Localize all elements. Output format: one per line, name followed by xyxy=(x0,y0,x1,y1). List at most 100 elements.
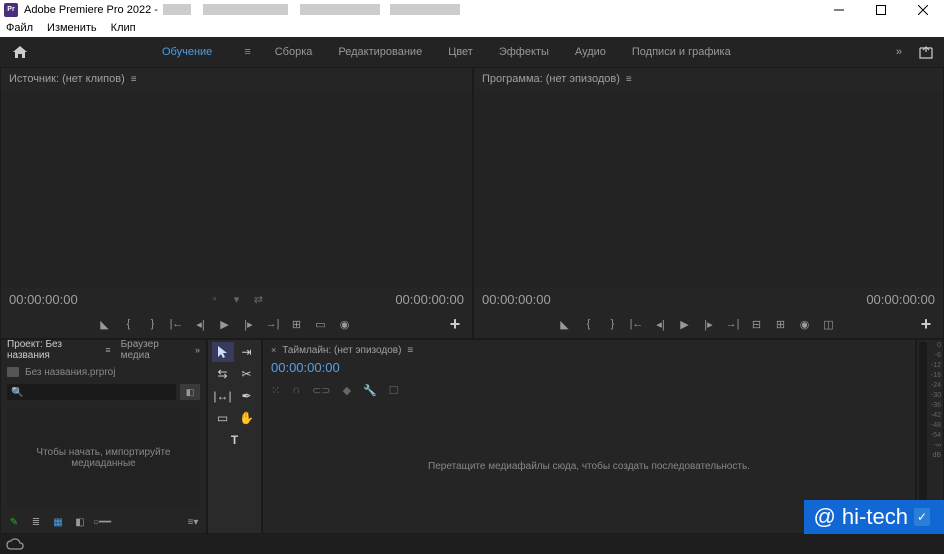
timeline-title: Таймлайн: (нет эпизодов) xyxy=(282,345,401,356)
program-viewer[interactable] xyxy=(474,90,943,288)
sort-icon[interactable]: ≡▾ xyxy=(186,515,200,529)
mark-in-icon[interactable]: ◣ xyxy=(96,315,114,333)
add-button-icon[interactable]: + xyxy=(917,315,935,333)
hand-tool-icon[interactable]: ✋ xyxy=(236,408,258,428)
brace-open-icon[interactable]: { xyxy=(120,315,138,333)
search-filter-icon[interactable]: ◧ xyxy=(180,384,200,400)
workspace-learning[interactable]: Обучение xyxy=(160,43,214,61)
type-tool-icon[interactable]: T xyxy=(224,430,246,450)
play-icon[interactable]: ▶ xyxy=(676,315,694,333)
menu-file[interactable]: Файл xyxy=(6,22,33,34)
wrench-icon[interactable]: 🔧 xyxy=(363,384,377,397)
link-icon[interactable]: ⊂⊃ xyxy=(312,384,330,397)
half-icon[interactable]: ▾ xyxy=(230,292,244,306)
source-timecode-in[interactable]: 00:00:00:00 xyxy=(9,292,78,307)
export-icon[interactable] xyxy=(918,45,934,59)
cc-icon[interactable]: ☐ xyxy=(389,384,399,397)
source-viewer[interactable] xyxy=(1,90,472,288)
maximize-button[interactable] xyxy=(860,0,902,19)
project-panel: Проект: Без названия ≡ Браузер медиа » Б… xyxy=(0,339,207,534)
menu-clip[interactable]: Клип xyxy=(111,22,136,34)
tab-project[interactable]: Проект: Без названия xyxy=(7,339,99,361)
minimize-button[interactable] xyxy=(818,0,860,19)
list-view-icon[interactable]: ≣ xyxy=(29,515,43,529)
brace-close-icon[interactable]: } xyxy=(604,315,622,333)
chevron-right-icon[interactable]: » xyxy=(195,345,200,355)
add-button-icon[interactable]: + xyxy=(446,315,464,333)
ripple-edit-icon[interactable]: ⇆ xyxy=(212,364,234,384)
go-out-icon[interactable]: →| xyxy=(724,315,742,333)
folder-icon xyxy=(7,367,19,377)
selection-tool-icon[interactable] xyxy=(212,342,234,362)
icon-view-icon[interactable]: ▦ xyxy=(51,515,65,529)
statusbar xyxy=(0,534,944,554)
creative-cloud-icon[interactable] xyxy=(6,538,24,550)
close-tab-icon[interactable]: × xyxy=(271,345,276,355)
panel-menu-icon[interactable]: ≡ xyxy=(131,74,137,85)
timeline-timecode[interactable]: 00:00:00:00 xyxy=(263,360,915,380)
import-hint[interactable]: Чтобы начать, импортируйте медиаданные xyxy=(7,408,200,507)
go-in-icon[interactable]: |← xyxy=(168,315,186,333)
pen-tool-icon[interactable]: ✒ xyxy=(236,386,258,406)
snap-icon[interactable]: ⁙ xyxy=(271,384,280,397)
rectangle-tool-icon[interactable]: ▭ xyxy=(212,408,234,428)
go-in-icon[interactable]: |← xyxy=(628,315,646,333)
home-button[interactable] xyxy=(10,42,30,62)
panel-menu-icon[interactable]: ≡ xyxy=(407,345,413,356)
tools-panel: ⇥ ⇆ ✂ |↔| ✒ ▭ ✋ T xyxy=(207,339,262,534)
menu-edit[interactable]: Изменить xyxy=(47,22,97,34)
step-fwd-icon[interactable]: |▸ xyxy=(240,315,258,333)
app-icon: Pr xyxy=(4,3,18,17)
fit-icon[interactable]: ▫ xyxy=(208,292,222,306)
watermark: @ hi-tech ✓ xyxy=(804,500,944,534)
window-titlebar: Pr Adobe Premiere Pro 2022 - xyxy=(0,0,944,19)
program-timecode-in[interactable]: 00:00:00:00 xyxy=(482,292,551,307)
at-icon: @ xyxy=(814,504,836,530)
source-timecode-dur: 00:00:00:00 xyxy=(395,292,464,307)
overwrite-icon[interactable]: ▭ xyxy=(312,315,330,333)
tab-media-browser[interactable]: Браузер медиа xyxy=(121,339,185,361)
step-fwd-icon[interactable]: |▸ xyxy=(700,315,718,333)
pen-icon[interactable]: ✎ xyxy=(7,515,21,529)
workspace-bar: Обучение ≡ Сборка Редактирование Цвет Эф… xyxy=(0,37,944,67)
workspace-color[interactable]: Цвет xyxy=(446,43,475,61)
export-frame-icon[interactable]: ◉ xyxy=(336,315,354,333)
close-button[interactable] xyxy=(902,0,944,19)
step-back-icon[interactable]: ◂| xyxy=(652,315,670,333)
export-frame-icon[interactable]: ◉ xyxy=(796,315,814,333)
project-search-input[interactable] xyxy=(7,384,176,400)
play-icon[interactable]: ▶ xyxy=(216,315,234,333)
step-back-icon[interactable]: ◂| xyxy=(192,315,210,333)
slip-icon[interactable]: |↔| xyxy=(212,386,234,406)
brace-close-icon[interactable]: } xyxy=(144,315,162,333)
workspace-effects[interactable]: Эффекты xyxy=(497,43,551,61)
panel-menu-icon[interactable]: ≡ xyxy=(105,345,110,355)
freeform-view-icon[interactable]: ◧ xyxy=(73,515,87,529)
magnet-icon[interactable]: ∩ xyxy=(292,384,300,396)
watermark-text: hi-tech xyxy=(842,504,908,530)
panel-menu-icon[interactable]: ≡ xyxy=(626,74,632,85)
menubar: Файл Изменить Клип xyxy=(0,19,944,37)
lift-icon[interactable]: ⊟ xyxy=(748,315,766,333)
compare-icon[interactable]: ◫ xyxy=(820,315,838,333)
swap-icon[interactable]: ⇄ xyxy=(252,292,266,306)
go-out-icon[interactable]: →| xyxy=(264,315,282,333)
workspace-editing[interactable]: Редактирование xyxy=(336,43,424,61)
razor-icon[interactable]: ✂ xyxy=(236,364,258,384)
workspace-graphics[interactable]: Подписи и графика xyxy=(630,43,733,61)
program-monitor-panel: Программа: (нет эпизодов) ≡ 00:00:00:00 … xyxy=(473,67,944,339)
mark-in-icon[interactable]: ◣ xyxy=(556,315,574,333)
track-select-icon[interactable]: ⇥ xyxy=(236,342,258,362)
brace-open-icon[interactable]: { xyxy=(580,315,598,333)
workspace-assembly[interactable]: Сборка xyxy=(273,43,315,61)
vk-icon: ✓ xyxy=(914,508,930,526)
workspace-audio[interactable]: Аудио xyxy=(573,43,608,61)
insert-icon[interactable]: ⊞ xyxy=(288,315,306,333)
marker-icon[interactable]: ◆ xyxy=(343,384,351,397)
extract-icon[interactable]: ⊞ xyxy=(772,315,790,333)
more-workspaces-button[interactable]: » xyxy=(896,46,902,58)
window-title: Adobe Premiere Pro 2022 - xyxy=(24,4,818,16)
source-monitor-panel: Источник: (нет клипов) ≡ 00:00:00:00 ▫ ▾… xyxy=(0,67,473,339)
zoom-slider[interactable]: ○━━ xyxy=(95,515,109,529)
hamburger-icon[interactable]: ≡ xyxy=(244,46,250,58)
